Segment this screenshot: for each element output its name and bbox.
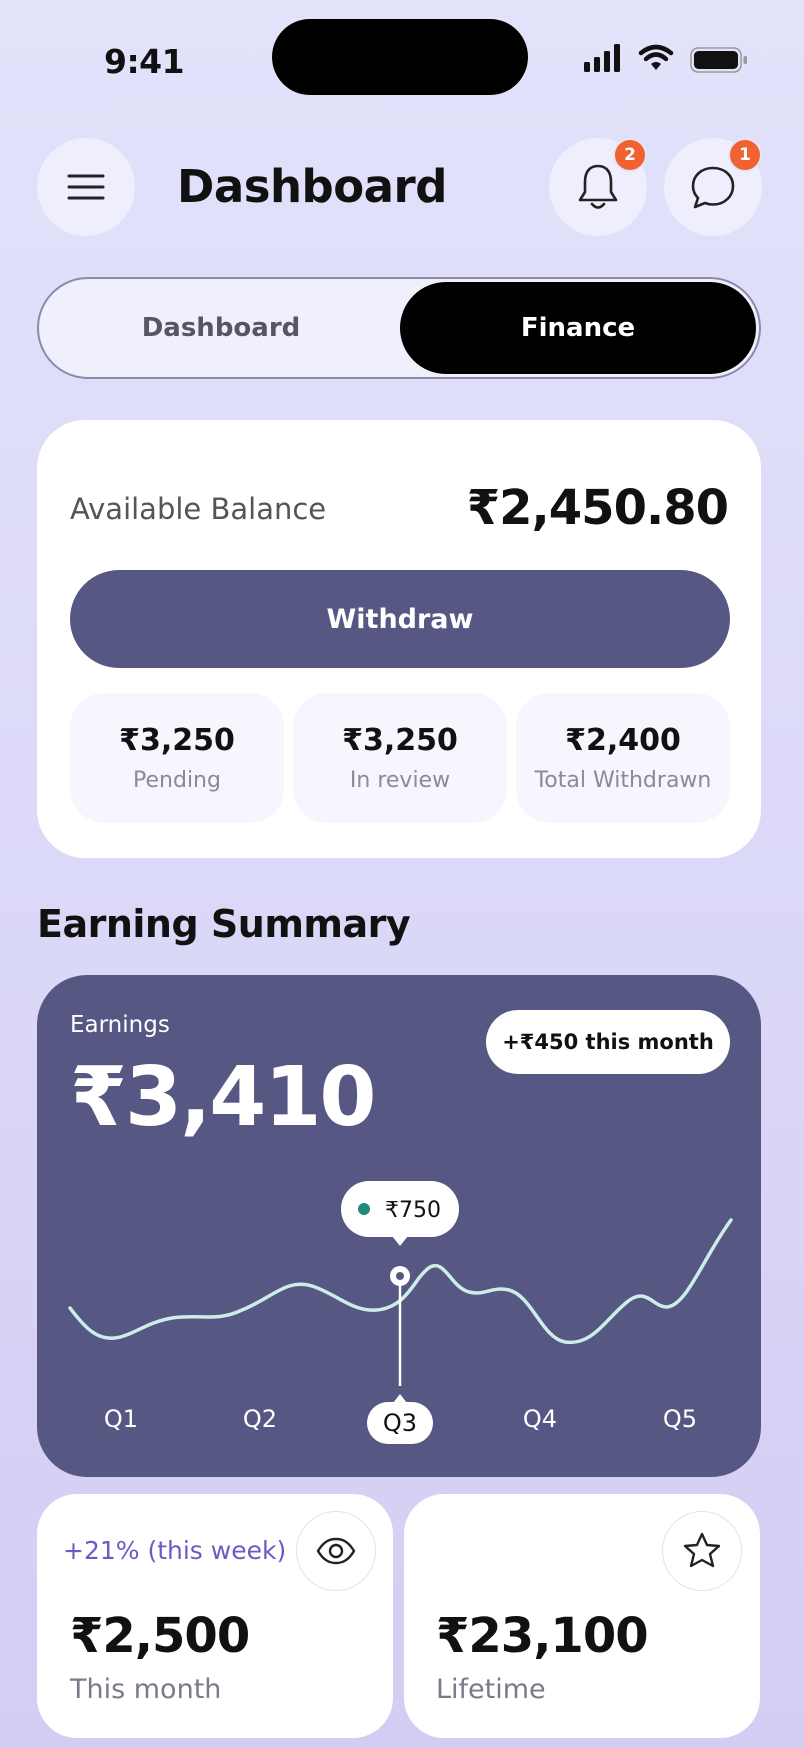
chat-bubble-icon	[691, 166, 735, 209]
hamburger-menu-icon	[67, 174, 105, 200]
x-tick-label-q5: Q5	[663, 1405, 697, 1433]
eye-icon	[316, 1537, 356, 1565]
messages-button[interactable]: 1	[664, 138, 762, 236]
lifetime-value: ₹23,100	[436, 1608, 649, 1664]
tab-finance[interactable]: Finance	[400, 282, 756, 374]
highlight-point-core	[396, 1272, 404, 1280]
this-month-value: ₹2,500	[70, 1608, 250, 1664]
cellular-signal-icon	[584, 44, 620, 72]
withdraw-button[interactable]: Withdraw	[70, 570, 730, 668]
earnings-label: Earnings	[70, 1012, 170, 1038]
available-balance-label: Available Balance	[70, 492, 327, 526]
section-title: Earning Summary	[37, 902, 411, 946]
stat-label: In review	[349, 768, 451, 793]
month-change-pill: +₹450 this month	[486, 1010, 730, 1074]
lifetime-label: Lifetime	[436, 1674, 546, 1705]
notifications-button[interactable]: 2	[549, 138, 647, 236]
x-axis-labels: Q1 Q2 Q3 Q4 Q5	[104, 1394, 697, 1444]
x-tick-label-q1: Q1	[104, 1405, 138, 1433]
view-segmented-control: Dashboard Finance	[37, 277, 761, 379]
stat-total-withdrawn: ₹2,400 Total Withdrawn	[516, 693, 730, 823]
x-tick-label-q4: Q4	[523, 1405, 557, 1433]
stat-label: Pending	[133, 768, 221, 793]
view-button[interactable]	[296, 1511, 376, 1591]
earnings-line-chart[interactable]: ₹750 Q1 Q2 Q3 Q4 Q5	[37, 1100, 761, 1460]
x-tick-label-q2: Q2	[243, 1405, 277, 1433]
dynamic-island	[272, 19, 528, 95]
notifications-badge: 2	[613, 138, 647, 172]
favorite-button[interactable]	[662, 1511, 742, 1591]
battery-icon	[690, 47, 747, 73]
status-time: 9:41	[104, 42, 185, 81]
stat-value: ₹3,250	[119, 723, 235, 758]
tooltip-value: ₹750	[385, 1198, 441, 1223]
chart-tooltip: ₹750	[341, 1181, 459, 1246]
stat-label: Total Withdrawn	[534, 768, 712, 793]
available-balance-value: ₹2,450.80	[466, 480, 729, 536]
stat-pending: ₹3,250 Pending	[70, 693, 284, 823]
star-icon	[683, 1532, 721, 1568]
this-month-label: This month	[70, 1674, 222, 1705]
menu-button[interactable]	[37, 138, 135, 236]
x-tick-label-q3: Q3	[383, 1409, 417, 1437]
stat-value: ₹2,400	[565, 723, 681, 758]
page-title: Dashboard	[177, 160, 447, 213]
weekly-change: +21% (this week)	[63, 1536, 287, 1565]
tooltip-dot	[358, 1203, 370, 1215]
tab-dashboard[interactable]: Dashboard	[43, 282, 399, 374]
stat-in-review: ₹3,250 In review	[293, 693, 507, 823]
wifi-icon	[638, 44, 674, 70]
messages-badge: 1	[728, 138, 762, 172]
stat-value: ₹3,250	[342, 723, 458, 758]
bell-icon	[578, 164, 618, 209]
